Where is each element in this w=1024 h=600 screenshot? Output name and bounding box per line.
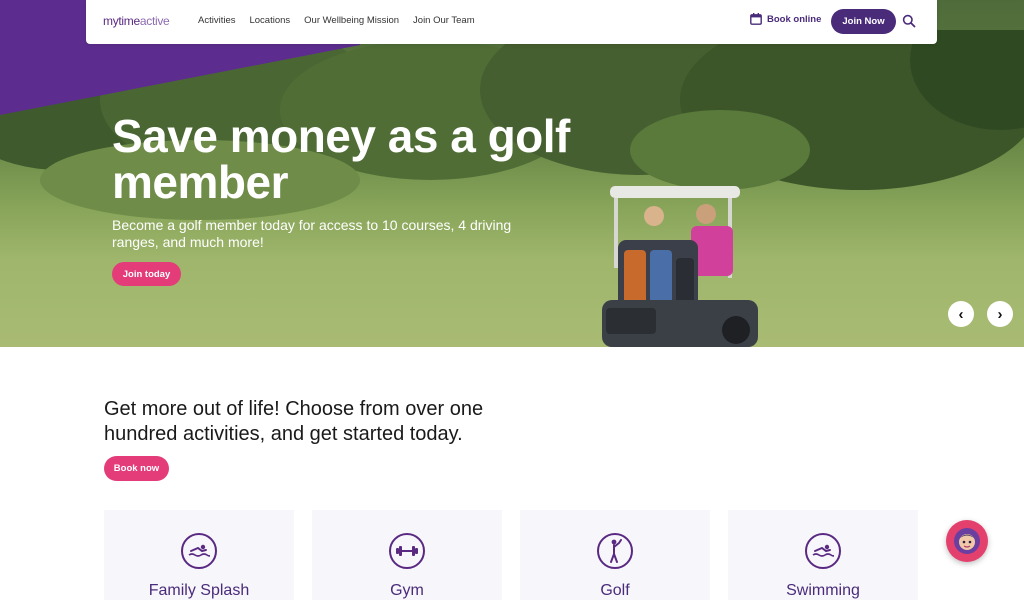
nav-link-wellbeing-mission[interactable]: Our Wellbeing Mission	[304, 15, 399, 26]
activity-card-family-splash[interactable]: Family Splash	[104, 510, 294, 600]
logo-accent-text: active	[139, 14, 170, 28]
hero-banner: Save money as a golf member Become a gol…	[0, 0, 1024, 347]
activity-card-gym[interactable]: Gym	[312, 510, 502, 600]
nav-links: Activities Locations Our Wellbeing Missi…	[198, 15, 475, 26]
nav-link-join-our-team[interactable]: Join Our Team	[413, 15, 475, 26]
intro-heading: Get more out of life! Choose from over o…	[104, 398, 484, 445]
hero-title: Save money as a golf member	[112, 110, 570, 208]
book-online-label: Book online	[767, 13, 822, 25]
activity-card-swimming[interactable]: Swimming	[728, 510, 918, 600]
book-now-button[interactable]: Book now	[104, 456, 169, 481]
carousel-next-button[interactable]: ›	[987, 301, 1013, 327]
logo[interactable]: mytimeactive	[103, 14, 170, 28]
chat-assistant-button[interactable]	[946, 520, 988, 562]
activity-card-golf[interactable]: Golf	[520, 510, 710, 600]
dumbbell-icon	[389, 533, 425, 569]
join-now-button[interactable]: Join Now	[831, 9, 896, 34]
logo-main-text: mytime	[103, 14, 140, 28]
activity-card-label: Gym	[390, 582, 424, 599]
assistant-avatar-icon	[954, 528, 980, 554]
activity-card-label: Swimming	[786, 582, 860, 599]
chevron-right-icon: ›	[997, 305, 1003, 323]
nav-link-activities[interactable]: Activities	[198, 15, 235, 26]
top-navigation: mytimeactive Activities Locations Our We…	[86, 0, 937, 44]
swimmer-icon	[805, 533, 841, 569]
activity-card-label: Golf	[600, 582, 630, 599]
join-today-button[interactable]: Join today	[112, 262, 181, 286]
chevron-left-icon: ‹	[958, 305, 964, 323]
hero-subtitle: Become a golf member today for access to…	[112, 217, 512, 250]
swimmer-icon	[181, 533, 217, 569]
book-online-link[interactable]: Book online	[750, 13, 821, 25]
calendar-icon	[750, 13, 762, 25]
golfer-icon	[597, 533, 633, 569]
golf-cart-image	[602, 186, 758, 347]
activity-card-label: Family Splash	[148, 582, 250, 599]
carousel-prev-button[interactable]: ‹	[948, 301, 974, 327]
nav-link-locations[interactable]: Locations	[249, 15, 290, 26]
search-icon[interactable]	[902, 14, 916, 28]
